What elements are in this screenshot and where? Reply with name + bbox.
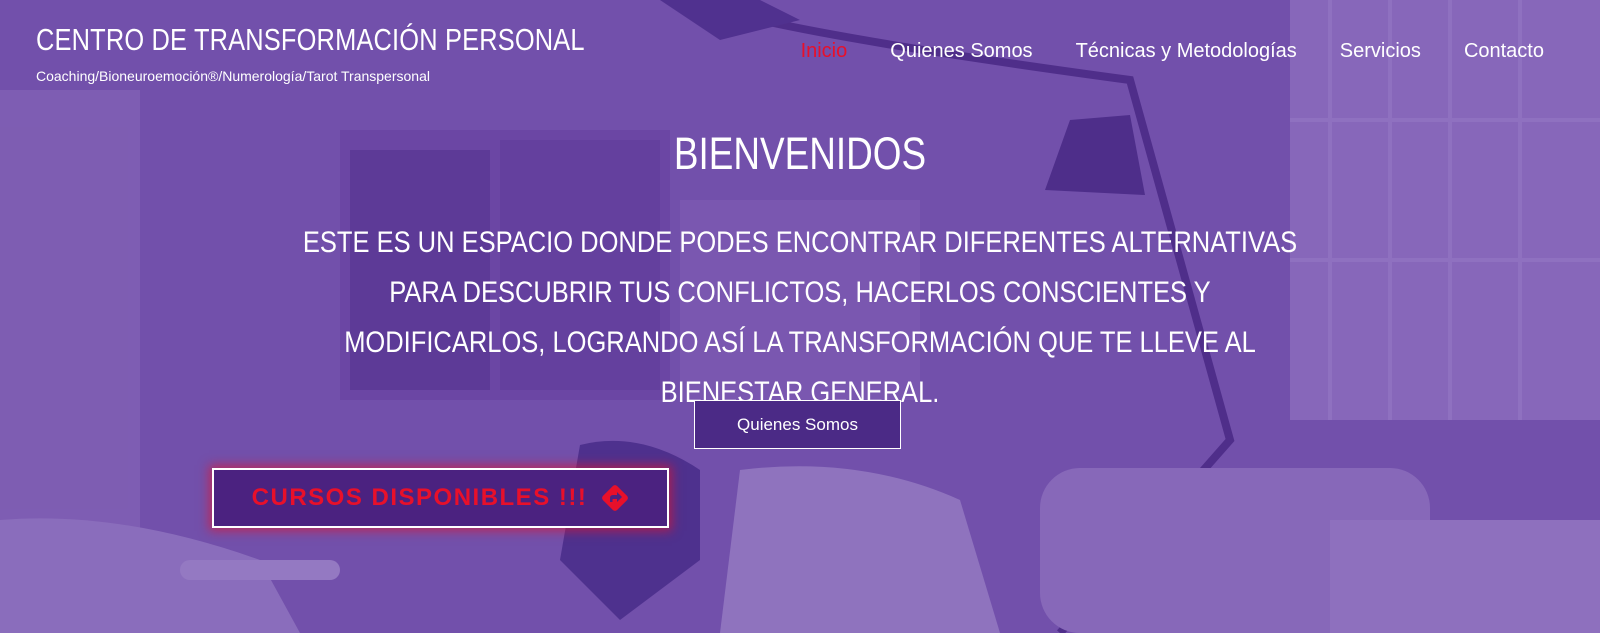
- cursos-disponibles-button[interactable]: CURSOS DISPONIBLES !!!: [212, 468, 669, 528]
- site-title[interactable]: CENTRO DE TRANSFORMACIÓN PERSONAL: [36, 22, 585, 58]
- main-navigation: Inicio Quienes Somos Técnicas y Metodolo…: [801, 40, 1544, 63]
- cursos-disponibles-label: CURSOS DISPONIBLES !!!: [251, 484, 588, 511]
- nav-item-servicios[interactable]: Servicios: [1340, 40, 1421, 63]
- hero-heading: BIENVENIDOS: [673, 128, 927, 179]
- nav-item-contacto[interactable]: Contacto: [1464, 40, 1544, 63]
- nav-item-tecnicas-y-metodologias[interactable]: Técnicas y Metodologías: [1076, 40, 1297, 63]
- share-arrow-diamond-icon: [602, 485, 629, 511]
- quienes-somos-button[interactable]: Quienes Somos: [694, 400, 901, 449]
- nav-item-quienes-somos[interactable]: Quienes Somos: [890, 40, 1032, 63]
- hero-text: ESTE ES UN ESPACIO DONDE PODES ENCONTRAR…: [302, 226, 1298, 409]
- nav-item-inicio[interactable]: Inicio: [801, 40, 848, 63]
- site-tagline: Coaching/Bioneuroemoción®/Numerología/Ta…: [36, 68, 430, 84]
- site-branding: CENTRO DE TRANSFORMACIÓN PERSONAL Coachi…: [36, 22, 705, 84]
